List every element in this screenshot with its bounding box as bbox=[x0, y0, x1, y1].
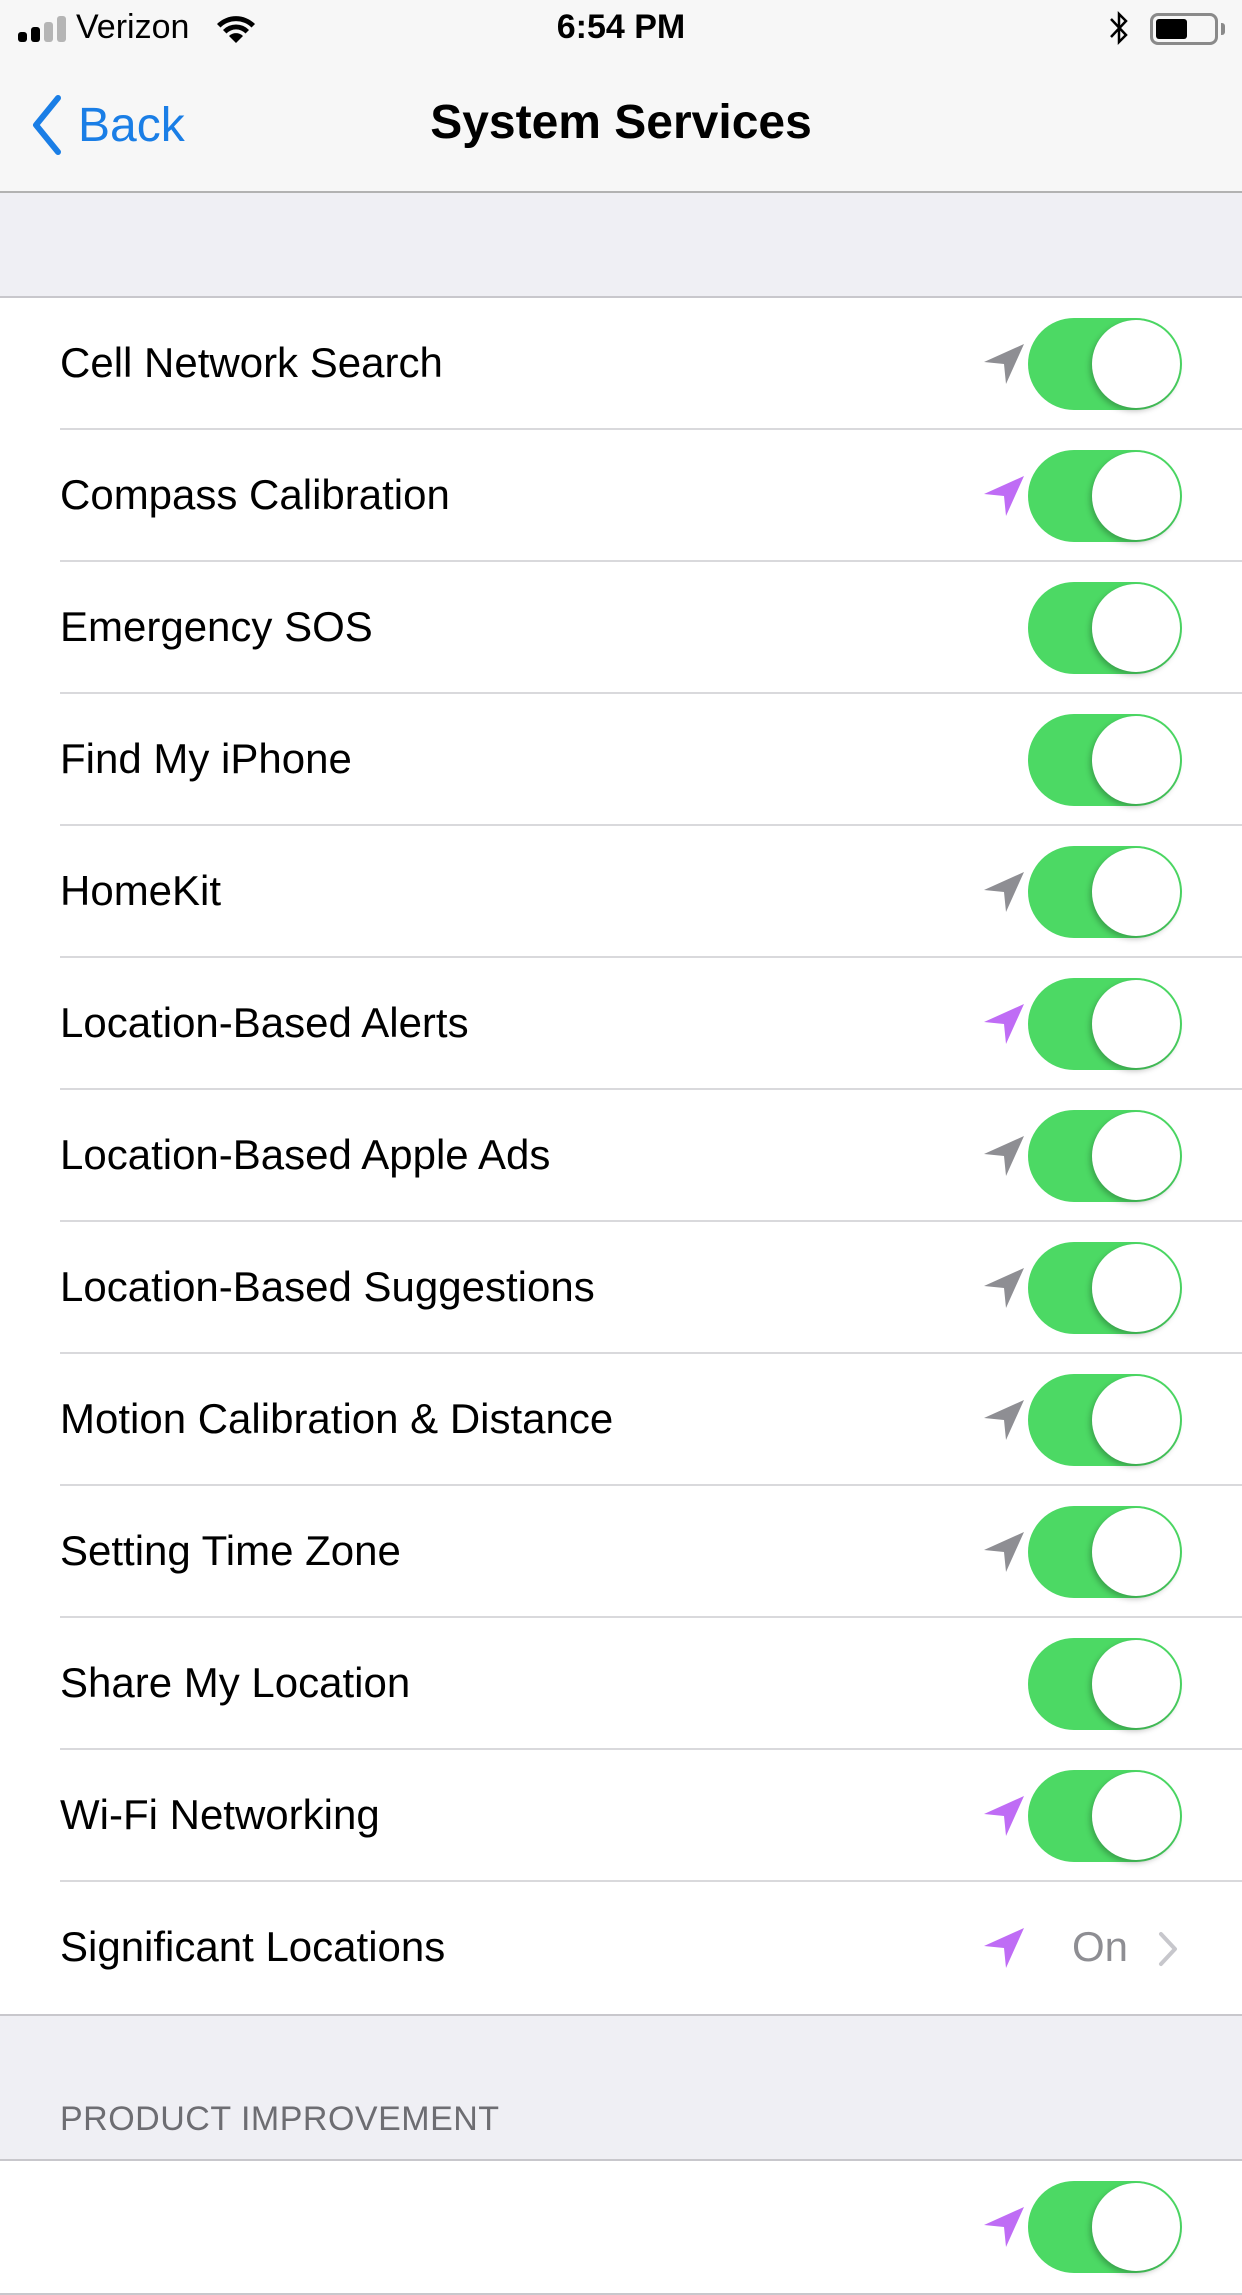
location-arrow-icon bbox=[982, 1530, 1026, 1574]
toggle-switch[interactable] bbox=[1028, 1110, 1182, 1202]
chevron-right-icon bbox=[1157, 1930, 1179, 1968]
location-arrow-icon bbox=[982, 1794, 1026, 1838]
list-item-label: Compass Calibration bbox=[60, 471, 450, 518]
toggle-switch[interactable] bbox=[1028, 1242, 1182, 1334]
list-item: Emergency SOS bbox=[0, 562, 1242, 694]
section-header-product-improvement: PRODUCT IMPROVEMENT bbox=[60, 2100, 500, 2138]
toggle-switch[interactable] bbox=[1028, 1638, 1182, 1730]
system-services-list: Cell Network Search Compass Calibration Em… bbox=[0, 296, 1242, 2016]
toggle-knob bbox=[1092, 1508, 1180, 1596]
toggle-knob bbox=[1092, 320, 1180, 408]
list-item: Cell Network Search bbox=[0, 298, 1242, 430]
toggle-knob bbox=[1092, 452, 1180, 540]
list-item: Share My Location bbox=[0, 1618, 1242, 1750]
list-item-label: Cell Network Search bbox=[60, 339, 443, 386]
location-arrow-icon bbox=[982, 1266, 1026, 1310]
list-item bbox=[0, 2161, 1242, 2293]
list-item-label: Find My iPhone bbox=[60, 735, 352, 782]
list-item-label: Motion Calibration & Distance bbox=[60, 1395, 614, 1442]
toggle-switch[interactable] bbox=[1028, 846, 1182, 938]
list-item-label: Wi-Fi Networking bbox=[60, 1791, 380, 1838]
toggle-switch[interactable] bbox=[1028, 582, 1182, 674]
toggle-knob bbox=[1092, 716, 1180, 804]
toggle-knob bbox=[1092, 584, 1180, 672]
toggle-knob bbox=[1092, 1772, 1180, 1860]
list-item: Wi-Fi Networking bbox=[0, 1750, 1242, 1882]
list-item: Setting Time Zone bbox=[0, 1486, 1242, 1618]
toggle-knob bbox=[1092, 2183, 1180, 2271]
list-item-label: Location-Based Suggestions bbox=[60, 1263, 595, 1310]
toggle-switch[interactable] bbox=[1028, 714, 1182, 806]
toggle-switch[interactable] bbox=[1028, 978, 1182, 1070]
list-item: Find My iPhone bbox=[0, 694, 1242, 826]
list-item: Location-Based Alerts bbox=[0, 958, 1242, 1090]
location-arrow-icon bbox=[982, 870, 1026, 914]
toggle-switch[interactable] bbox=[1028, 450, 1182, 542]
location-arrow-icon bbox=[982, 474, 1026, 518]
detail-value: On bbox=[1072, 1923, 1129, 1970]
toggle-knob bbox=[1092, 980, 1180, 1068]
list-item: HomeKit bbox=[0, 826, 1242, 958]
list-item-label: Location-Based Apple Ads bbox=[60, 1131, 551, 1178]
location-arrow-icon bbox=[982, 1002, 1026, 1046]
battery-tip bbox=[1221, 23, 1225, 35]
toggle-knob bbox=[1092, 848, 1180, 936]
list-item: Motion Calibration & Distance bbox=[0, 1354, 1242, 1486]
page-title: System Services bbox=[430, 96, 812, 149]
product-improvement-list bbox=[0, 2159, 1242, 2295]
location-arrow-icon bbox=[982, 342, 1026, 386]
toggle-switch[interactable] bbox=[1028, 318, 1182, 410]
toggle-knob bbox=[1092, 1244, 1180, 1332]
toggle-knob bbox=[1092, 1376, 1180, 1464]
list-item[interactable]: Significant Locations On bbox=[0, 1882, 1242, 2014]
navigation-bar: Back System Services bbox=[0, 60, 1242, 193]
list-item-label: Share My Location bbox=[60, 1659, 411, 1706]
toggle-switch[interactable] bbox=[1028, 1506, 1182, 1598]
toggle-switch[interactable] bbox=[1028, 1770, 1182, 1862]
toggle-knob bbox=[1092, 1640, 1180, 1728]
list-item-label: Location-Based Alerts bbox=[60, 999, 469, 1046]
battery-icon bbox=[1150, 13, 1218, 45]
status-bar: Verizon 6:54 PM bbox=[0, 0, 1242, 60]
toggle-switch[interactable] bbox=[1028, 1374, 1182, 1466]
list-item-label: HomeKit bbox=[60, 867, 222, 914]
toggle-switch[interactable] bbox=[1028, 2181, 1182, 2273]
toggle-knob bbox=[1092, 1112, 1180, 1200]
list-item: Compass Calibration bbox=[0, 430, 1242, 562]
list-item: Location-Based Apple Ads bbox=[0, 1090, 1242, 1222]
bluetooth-icon bbox=[1110, 10, 1128, 46]
location-arrow-icon bbox=[982, 1134, 1026, 1178]
location-arrow-icon bbox=[982, 1398, 1026, 1442]
clock: 6:54 PM bbox=[556, 8, 686, 46]
location-arrow-icon bbox=[982, 1926, 1026, 1970]
list-item: Location-Based Suggestions bbox=[0, 1222, 1242, 1354]
list-item-label: Significant Locations bbox=[60, 1923, 446, 1970]
list-item-label: Emergency SOS bbox=[60, 603, 373, 650]
location-arrow-icon bbox=[982, 2205, 1026, 2249]
list-item-label: Setting Time Zone bbox=[60, 1527, 401, 1574]
